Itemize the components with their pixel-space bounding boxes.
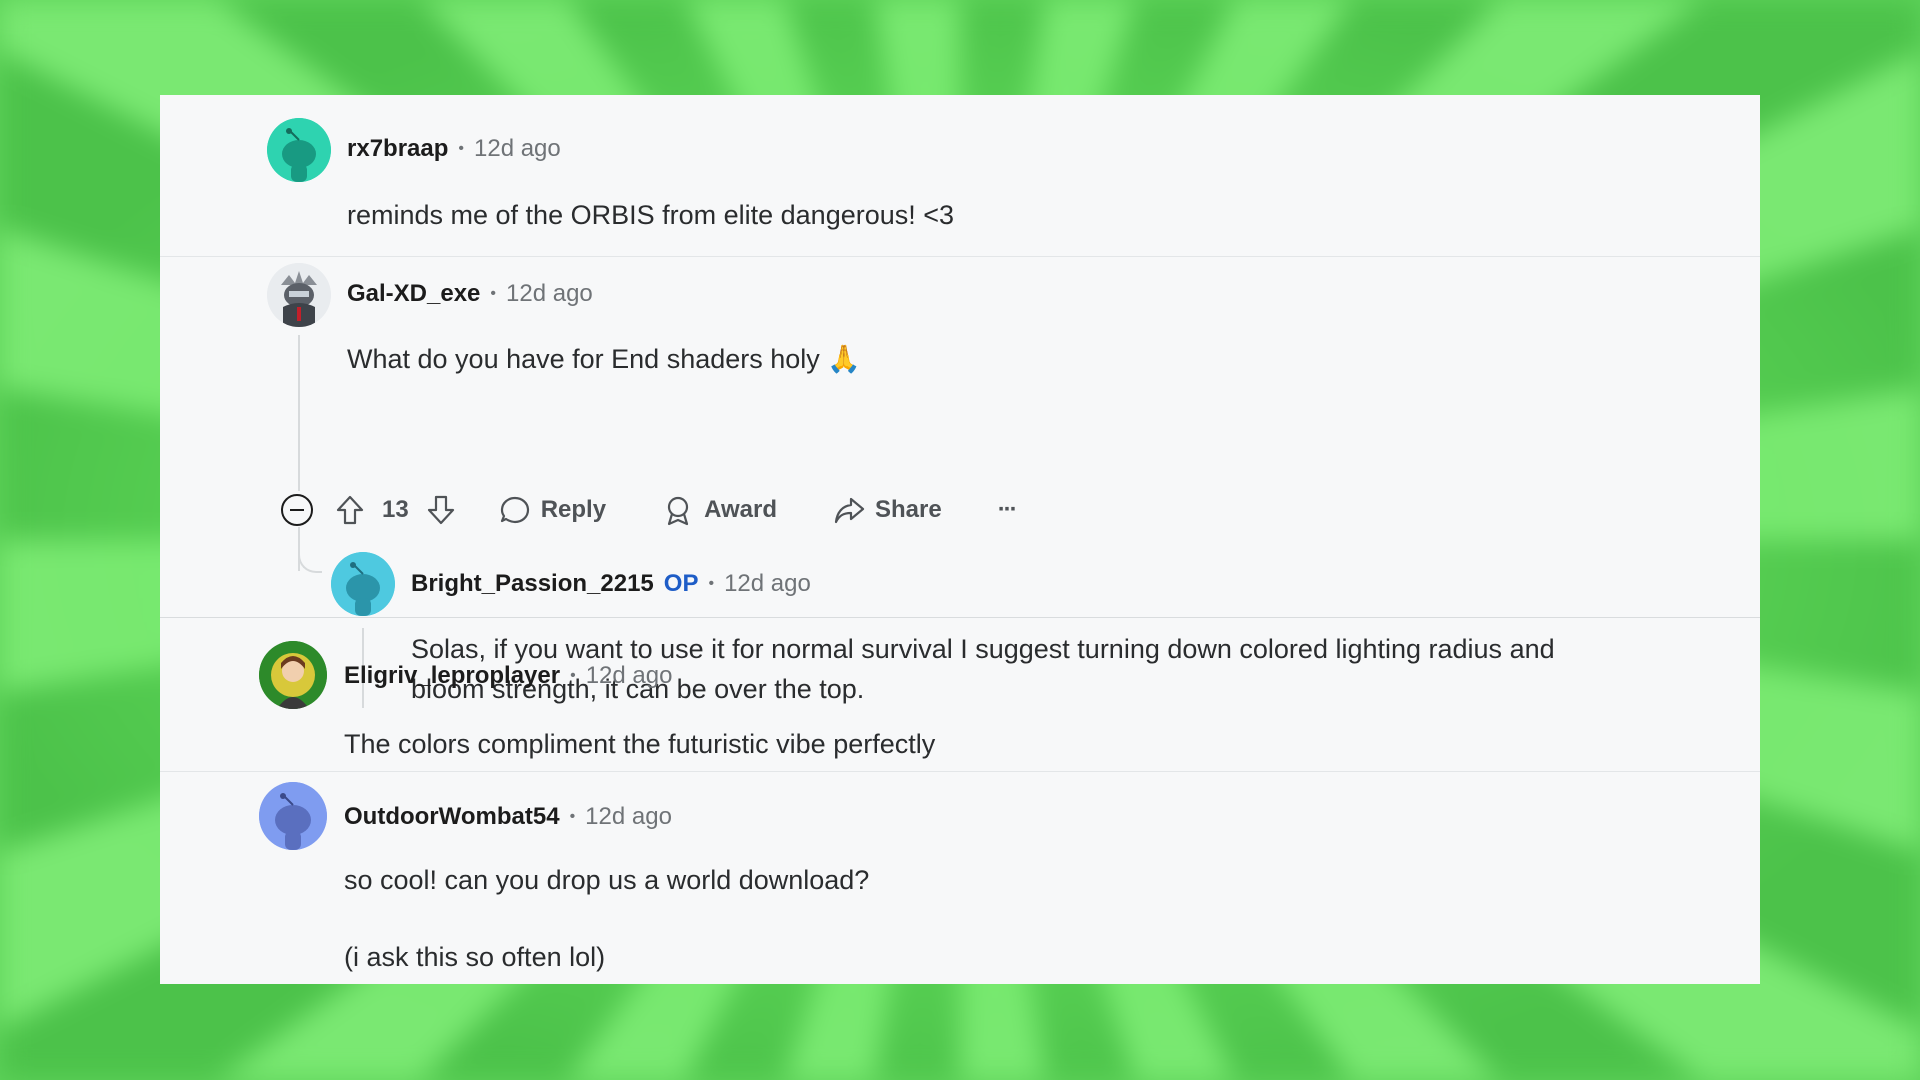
comments-panel: rx7braap • 12d ago reminds me of the ORB… xyxy=(160,95,1760,984)
comment-text-line: so cool! can you drop us a world downloa… xyxy=(344,865,870,895)
separator-dot: • xyxy=(569,808,576,825)
reply-button[interactable]: Reply xyxy=(499,494,606,526)
divider xyxy=(160,771,1760,772)
username[interactable]: Eligriv_leproplayer xyxy=(344,662,560,690)
comment-meta: Bright_Passion_2215 OP • 12d ago xyxy=(411,570,811,598)
avatar[interactable] xyxy=(259,641,327,709)
reply-label: Reply xyxy=(540,496,607,523)
share-arrow-icon xyxy=(833,494,865,526)
separator-dot: • xyxy=(708,575,715,592)
collapse-thread-icon[interactable] xyxy=(280,493,314,527)
avatar[interactable] xyxy=(267,263,331,327)
comment-meta: Eligriv_leproplayer • 12d ago xyxy=(344,662,672,690)
award-label: Award xyxy=(704,496,777,523)
snoo-avatar-icon xyxy=(259,782,327,850)
more-options-button[interactable]: ··· xyxy=(998,496,1018,524)
username[interactable]: Gal-XD_exe xyxy=(347,280,480,308)
username[interactable]: rx7braap xyxy=(347,135,448,163)
anime-avatar-icon xyxy=(259,641,327,709)
vote-count: 13 xyxy=(382,496,409,523)
comment-text-line: (i ask this so often lol) xyxy=(344,942,606,972)
award-ribbon-icon xyxy=(662,494,694,526)
comment-text: What do you have for End shaders holy 🙏 xyxy=(347,344,861,374)
comment-bubble-icon xyxy=(499,494,531,526)
timestamp[interactable]: 12d ago xyxy=(585,803,672,831)
snoo-avatar-icon xyxy=(331,552,395,616)
timestamp[interactable]: 12d ago xyxy=(724,570,811,598)
thread-separator xyxy=(160,617,1760,618)
comment-text: reminds me of the ORBIS from elite dange… xyxy=(347,200,955,230)
username[interactable]: Bright_Passion_2215 xyxy=(411,570,654,598)
upvote-icon[interactable] xyxy=(334,494,366,526)
comment-actions: 13 Reply Award Share ··· xyxy=(280,493,1018,527)
timestamp[interactable]: 12d ago xyxy=(506,280,593,308)
avatar[interactable] xyxy=(331,552,395,616)
robot-avatar-icon xyxy=(267,263,331,327)
award-button[interactable]: Award xyxy=(662,494,777,526)
comment-meta: rx7braap • 12d ago xyxy=(347,135,561,163)
comment-meta: Gal-XD_exe • 12d ago xyxy=(347,280,593,308)
separator-dot: • xyxy=(570,667,576,684)
avatar[interactable] xyxy=(267,118,331,182)
separator-dot: • xyxy=(490,285,497,302)
snoo-avatar-icon xyxy=(267,118,331,182)
comment-meta: OutdoorWombat54 • 12d ago xyxy=(344,803,672,831)
comment-text: The colors compliment the futuristic vib… xyxy=(344,729,936,759)
share-label: Share xyxy=(874,496,942,523)
downvote-icon[interactable] xyxy=(425,494,457,526)
avatar[interactable] xyxy=(259,782,327,850)
timestamp[interactable]: 12d ago xyxy=(586,662,673,690)
timestamp[interactable]: 12d ago xyxy=(474,135,561,163)
thread-connector-curve xyxy=(298,547,322,573)
op-badge: OP xyxy=(663,570,699,597)
separator-dot: • xyxy=(458,140,464,157)
share-button[interactable]: Share xyxy=(833,494,942,526)
thread-line[interactable] xyxy=(298,335,300,491)
username[interactable]: OutdoorWombat54 xyxy=(344,803,560,831)
divider xyxy=(160,256,1760,257)
